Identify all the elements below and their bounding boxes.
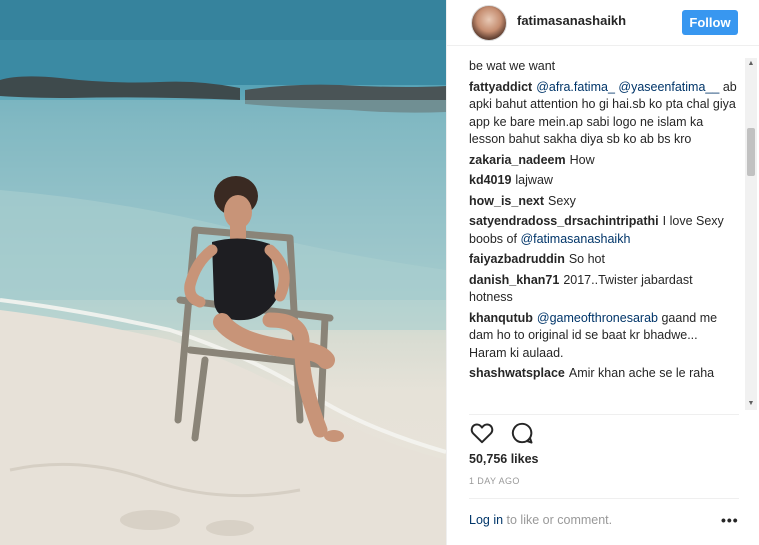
comment-text: Amir khan ache se le raha: [568, 366, 715, 380]
comment-mention[interactable]: @fatimasanashaikh: [520, 232, 630, 246]
comments-scrollbar[interactable]: ▲ ▼: [745, 58, 757, 410]
comment-username[interactable]: faiyazbadruddin: [469, 252, 565, 266]
comment-item: be wat we want: [469, 58, 737, 76]
comment-icon[interactable]: [509, 420, 535, 446]
heart-icon[interactable]: [469, 420, 495, 446]
login-link[interactable]: Log in: [469, 513, 503, 527]
divider: [469, 414, 739, 415]
comment-item: khanqutub @gameofthronesarab gaand me dam…: [469, 310, 737, 363]
comment-item: how_is_next Sexy: [469, 193, 737, 211]
comment-username[interactable]: how_is_next: [469, 194, 544, 208]
comment-username[interactable]: satyendradoss_drsachintripathi: [469, 214, 659, 228]
comment-username[interactable]: danish_khan71: [469, 273, 559, 287]
post-username[interactable]: fatimasanashaikh: [517, 13, 626, 28]
avatar[interactable]: [471, 5, 507, 41]
comment-item: kd4019 lajwaw: [469, 172, 737, 190]
post-actions: [469, 420, 545, 446]
scroll-thumb[interactable]: [747, 128, 755, 176]
post-header: fatimasanashaikh Follow: [447, 0, 759, 46]
comment-text: lajwaw: [515, 173, 553, 187]
comments-list: be wat we want fattyaddict @afra.fatima_ @…: [469, 58, 737, 414]
comment-username[interactable]: khanqutub: [469, 311, 533, 325]
comment-username[interactable]: zakaria_nadeem: [469, 153, 566, 167]
post-photo-illustration: [0, 0, 446, 545]
comment-text: Sexy: [548, 193, 576, 208]
comment-item: zakaria_nadeem How: [469, 152, 737, 170]
comment-mention[interactable]: @gameofthronesarab: [537, 311, 658, 325]
divider: [469, 498, 739, 499]
comment-username[interactable]: shashwatsplace: [469, 366, 565, 380]
comment-item: faiyazbadruddin So hot: [469, 251, 737, 269]
follow-button[interactable]: Follow: [682, 10, 738, 35]
post-sidebar: fatimasanashaikh Follow be wat we want fa…: [446, 0, 759, 545]
comment-text: So hot: [568, 252, 605, 266]
post-photo: [0, 0, 446, 545]
likes-count[interactable]: 50,756 likes: [469, 452, 539, 466]
comment-text: How: [569, 152, 595, 167]
comment-item: danish_khan71 2017..Twister jabardast hot…: [469, 272, 737, 307]
more-options-icon[interactable]: •••: [721, 512, 739, 528]
login-prompt: Log in to like or comment.: [469, 513, 612, 527]
comment-username[interactable]: fattyaddict: [469, 80, 532, 94]
comment-item: fattyaddict @afra.fatima_ @yaseenfatima__…: [469, 79, 737, 149]
comment-item: shashwatsplace Amir khan ache se le raha: [469, 365, 737, 383]
scroll-down-arrow-icon[interactable]: ▼: [745, 398, 757, 410]
comment-mention[interactable]: @afra.fatima_: [536, 80, 615, 94]
scroll-up-arrow-icon[interactable]: ▲: [745, 58, 757, 70]
comment-mention[interactable]: @yaseenfatima__: [618, 80, 719, 94]
comment-item: satyendradoss_drsachintripathi I love Sex…: [469, 213, 737, 248]
post-timestamp[interactable]: 1 DAY AGO: [469, 476, 520, 486]
comment-text: be wat we want: [469, 59, 556, 73]
comment-username[interactable]: kd4019: [469, 173, 511, 187]
login-suffix: to like or comment.: [503, 513, 613, 527]
